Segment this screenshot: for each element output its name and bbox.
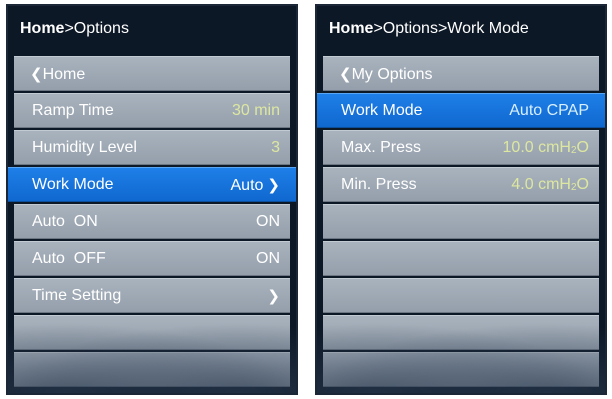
title-path: >Options>Work Mode: [373, 20, 529, 37]
menu-item-work-mode[interactable]: Work Mode Auto CPAP: [317, 93, 605, 128]
menu-item-value: 30 min: [231, 102, 280, 119]
menu-item-max-press[interactable]: Max. Press 10.0 cmH2O: [323, 130, 599, 165]
menu-item-label: Work Mode: [341, 102, 423, 119]
menu-item-label: Max. Press: [341, 139, 422, 156]
menu-item-humidity-level[interactable]: Humidity Level 3: [14, 130, 290, 165]
menu-item-value: ON: [256, 213, 280, 230]
back-my-options-button[interactable]: ❮My Options: [323, 56, 599, 91]
empty-row: [323, 204, 599, 239]
menu-item-value: 4.0 cmH2O: [511, 176, 589, 193]
menu-item-label: Humidity Level: [32, 139, 137, 156]
menu-item-label: Auto ON: [32, 213, 98, 230]
screen-title: Home>Options: [20, 17, 129, 41]
title-path: >Options: [64, 20, 129, 37]
menu-item-label: Min. Press: [341, 176, 417, 193]
options-screen: Home>Options ❮Home Ramp Time 30 min Humi…: [6, 4, 298, 395]
menu-item-time-setting[interactable]: Time Setting ❯: [14, 278, 290, 313]
back-label: My Options: [351, 66, 433, 83]
menu-item-min-press[interactable]: Min. Press 4.0 cmH2O: [323, 167, 599, 202]
empty-row: [323, 241, 599, 276]
menu-item-label: Work Mode: [32, 176, 114, 193]
title-home: Home: [329, 20, 374, 37]
menu-item-value: ON: [256, 250, 280, 267]
chevron-left-icon: ❮: [339, 66, 352, 83]
back-home-button[interactable]: ❮Home: [14, 56, 290, 91]
menu-item-label: Auto OFF: [32, 250, 106, 267]
menu-item-label: Ramp Time: [32, 102, 114, 119]
menu-item-value: Auto CPAP: [509, 102, 589, 119]
menu-item-value: 10.0 cmH2O: [502, 139, 589, 156]
work-mode-screen: Home>Options>Work Mode ❮My Options Work …: [315, 4, 607, 395]
menu-item-value: Auto: [230, 177, 264, 194]
chevron-left-icon: ❮: [30, 66, 43, 83]
menu-item-auto-off[interactable]: Auto OFF ON: [14, 241, 290, 276]
chevron-right-icon: ❯: [267, 288, 280, 305]
background-ornament: [317, 323, 605, 393]
empty-row: [323, 278, 599, 313]
menu-item-label: Time Setting: [32, 287, 122, 304]
menu-item-value: 3: [271, 139, 280, 156]
background-ornament: [8, 323, 296, 393]
menu-item-work-mode[interactable]: Work Mode Auto ❯: [8, 167, 296, 202]
menu-item-auto-on[interactable]: Auto ON ON: [14, 204, 290, 239]
back-label: Home: [42, 66, 86, 83]
title-home: Home: [20, 20, 65, 37]
chevron-right-icon: ❯: [267, 177, 280, 194]
menu-item-ramp-time[interactable]: Ramp Time 30 min: [14, 93, 290, 128]
screen-title: Home>Options>Work Mode: [329, 17, 529, 41]
